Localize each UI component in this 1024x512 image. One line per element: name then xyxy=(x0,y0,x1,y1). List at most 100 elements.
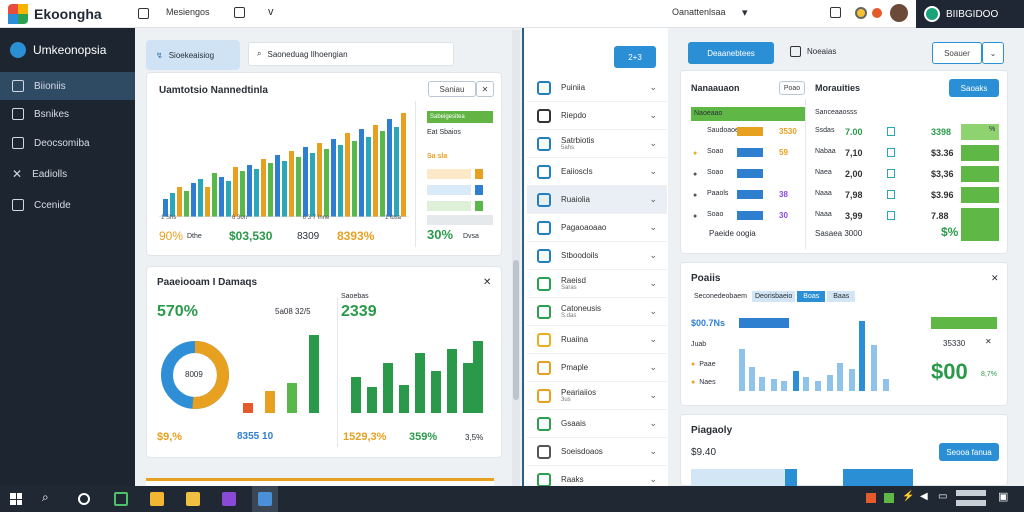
filter-button[interactable]: Saniau xyxy=(428,81,476,97)
app-icon-green[interactable] xyxy=(114,492,128,506)
notification-center-icon[interactable]: ▣ xyxy=(998,490,1008,503)
close-icon[interactable]: ✕ xyxy=(991,273,999,284)
list-item[interactable]: Puiniia ⌄ xyxy=(527,74,667,102)
sort-button[interactable]: Soauer xyxy=(932,42,982,64)
scrollbar[interactable] xyxy=(512,30,520,486)
chevron-down-icon[interactable]: ⌄ xyxy=(649,278,657,289)
scrollbar-thumb[interactable] xyxy=(513,260,519,400)
tab-label: Noeaias xyxy=(807,47,837,56)
app-icon-blue[interactable] xyxy=(258,492,272,506)
chevron-down-icon[interactable]: ⌄ xyxy=(649,390,657,401)
list-item[interactable]: Satrbiotis 5ahs ⌄ xyxy=(527,130,667,158)
list-item[interactable]: Catoneusis S.das ⌄ xyxy=(527,298,667,326)
item-text: Stboodoils xyxy=(561,251,598,260)
chevron-down-icon[interactable]: ⌄ xyxy=(649,110,657,121)
chevron-down-icon[interactable]: ⌄ xyxy=(649,474,657,485)
chevron-down-icon[interactable]: ⌄ xyxy=(649,306,657,317)
item-label: Puiniia xyxy=(561,83,586,92)
app-icon-purple[interactable] xyxy=(222,492,236,506)
list-item[interactable]: Eaiioscls ⌄ xyxy=(527,158,667,186)
search-input[interactable]: ⌕ Saoneduag Ilhoengian xyxy=(248,42,454,66)
folder-icon[interactable] xyxy=(186,492,200,506)
edit-icon[interactable] xyxy=(234,7,245,18)
brand[interactable]: Ekoongha xyxy=(8,4,102,24)
sidebar-item-1[interactable]: Biioniis xyxy=(0,72,135,100)
action-button[interactable]: Saoaks xyxy=(949,79,999,97)
list-item[interactable]: Peariaiios 3us ⌄ xyxy=(527,382,667,410)
item-text: Peariaiios 3us xyxy=(561,388,596,403)
close-icon[interactable]: ✕ xyxy=(985,337,992,346)
tray-icon[interactable] xyxy=(884,493,894,503)
top-search-text[interactable]: Oanattenlsaa xyxy=(672,7,726,17)
top-menu-item[interactable]: Mesiengos xyxy=(166,7,210,17)
list-item[interactable]: Pmaple ⌄ xyxy=(527,354,667,382)
alert-icon[interactable] xyxy=(872,8,882,18)
green-bar-chart xyxy=(351,341,483,413)
panel-icon[interactable] xyxy=(138,8,149,19)
chevron-down-icon[interactable]: ⌄ xyxy=(649,138,657,149)
chevron-down-icon[interactable]: ⌄ xyxy=(982,42,1004,64)
chevron-down-icon[interactable]: ⌄ xyxy=(649,418,657,429)
chip[interactable]: Baas xyxy=(827,291,856,302)
list-item[interactable]: Soeisdoaos ⌄ xyxy=(527,438,667,466)
network-icon[interactable]: ⚡ xyxy=(902,491,914,502)
chevron-down-icon[interactable]: ⌄ xyxy=(649,250,657,261)
sidebar-item-3[interactable]: Deocsomiba xyxy=(0,129,135,157)
tray-icon[interactable] xyxy=(866,493,876,503)
user-avatar[interactable] xyxy=(890,4,908,22)
item-text: Raaks xyxy=(561,475,584,484)
list-item[interactable]: Riepdo ⌄ xyxy=(527,102,667,130)
list-item[interactable]: Gsaais ⌄ xyxy=(527,410,667,438)
chip[interactable]: Seconedeobaem xyxy=(691,291,750,302)
list-item[interactable]: Raeisd Saras ⌄ xyxy=(527,270,667,298)
badge-button[interactable]: Poao xyxy=(779,81,805,95)
chip[interactable]: Deorisbaeio xyxy=(751,291,796,302)
chart-bar xyxy=(317,143,322,217)
chip[interactable]: Boas xyxy=(797,291,826,302)
sidebar-item-4[interactable]: ✕ Eadiolls xyxy=(0,160,135,188)
add-button[interactable]: 2+3 xyxy=(614,46,656,68)
sidebar-item-2[interactable]: Bsnikes xyxy=(0,100,135,128)
chevron-down-icon[interactable]: ⌄ xyxy=(649,446,657,457)
volume-icon[interactable]: ◀ xyxy=(920,491,928,502)
row-value: $3.36 xyxy=(931,148,954,158)
tab-secondary[interactable]: Noeaias xyxy=(790,46,836,57)
row-name: Nabaa xyxy=(815,148,836,155)
list-item[interactable]: Ruaiina ⌄ xyxy=(527,326,667,354)
stat-1-sub: Dthe xyxy=(187,233,202,240)
chevron-down-icon[interactable]: ⌄ xyxy=(649,334,657,345)
list-item[interactable]: Ruaiolia ⌄ xyxy=(527,186,667,214)
donut-center-label: 8009 xyxy=(185,370,203,379)
calendar-icon[interactable] xyxy=(830,7,841,18)
sidebar-header[interactable]: Umkeonopsia xyxy=(10,42,106,58)
tab-overview[interactable]: ↯ Sioekeaisiog xyxy=(146,40,240,70)
chevron-down-icon[interactable]: ⌄ xyxy=(649,166,657,177)
footer-text: Sasaea 3000 xyxy=(815,229,863,238)
user-chip[interactable]: BIIBGIDOO xyxy=(916,0,1024,28)
item-label: Raeisd xyxy=(561,276,586,285)
tab-active[interactable]: Deaanebtees xyxy=(688,42,774,64)
filter-chips: Seconedeobaem Deorisbaeio Boas Baas xyxy=(691,291,856,302)
chevron-down-icon[interactable]: ⌄ xyxy=(649,222,657,233)
search-icon[interactable]: ⌕ xyxy=(42,490,49,505)
list-item[interactable]: Pagaoaoaao ⌄ xyxy=(527,214,667,242)
primary-button[interactable]: Seooa fanua xyxy=(939,443,999,461)
list-item[interactable]: Stboodoils ⌄ xyxy=(527,242,667,270)
chevron-down-icon[interactable]: v xyxy=(268,6,274,18)
stat-5: 30% xyxy=(427,227,454,242)
chart-bar xyxy=(827,375,833,391)
user-name: BIIBGIDOO xyxy=(946,8,999,20)
battery-icon[interactable]: ▭ xyxy=(938,491,947,502)
close-icon[interactable]: ✕ xyxy=(483,277,491,288)
windows-start-icon[interactable] xyxy=(10,493,22,505)
sidebar-item-5[interactable]: Ccenide xyxy=(0,191,135,219)
notification-icon[interactable] xyxy=(855,7,867,19)
file-explorer-icon[interactable] xyxy=(150,492,164,506)
chevron-down-icon[interactable]: ⌄ xyxy=(649,362,657,373)
task-view-icon[interactable] xyxy=(78,493,90,505)
close-icon[interactable]: ✕ xyxy=(476,81,494,97)
chevron-down-icon[interactable]: ⌄ xyxy=(649,82,657,93)
chevron-down-icon[interactable]: ⌄ xyxy=(649,194,657,205)
search-placeholder: Saoneduag Ilhoengian xyxy=(267,49,348,59)
dropdown-icon[interactable]: ▾ xyxy=(742,6,748,19)
